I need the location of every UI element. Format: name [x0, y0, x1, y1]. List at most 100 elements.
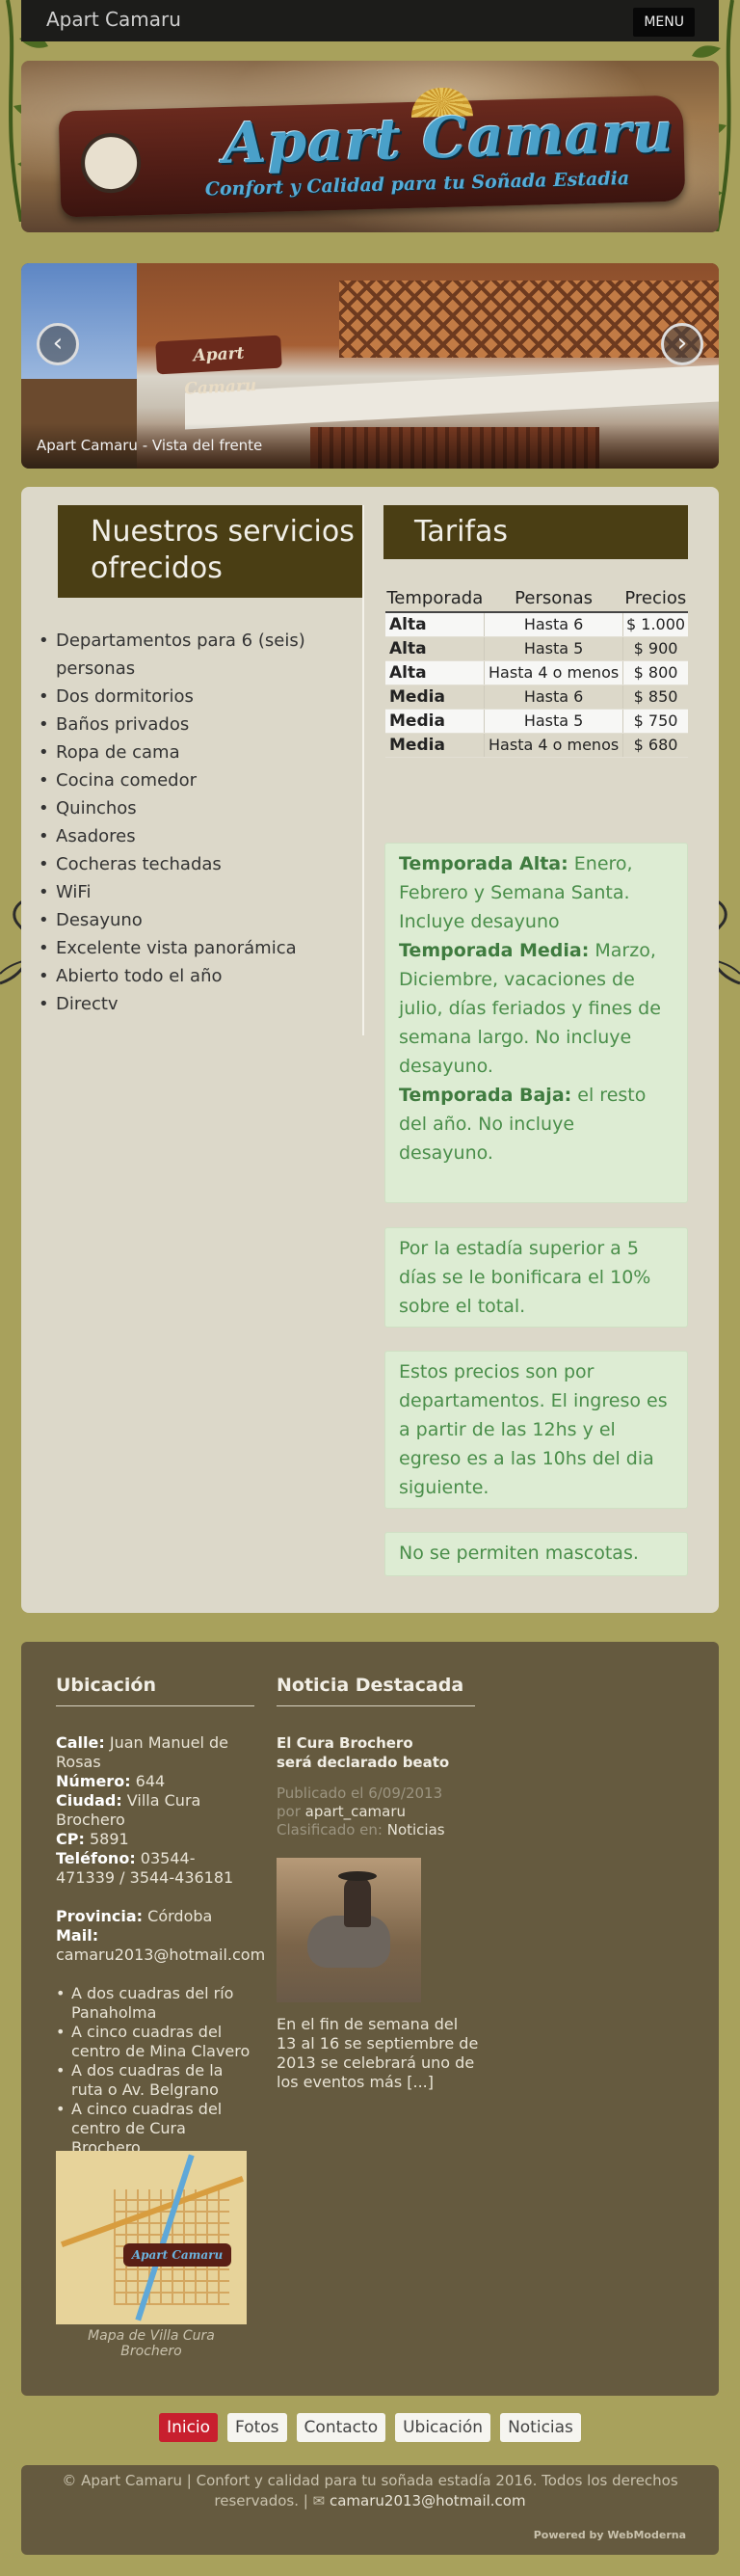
- column-header: Precios: [622, 586, 688, 613]
- list-item: A dos cuadras de la ruta o Av. Belgrano: [56, 2061, 258, 2100]
- price-cell: $ 1.000: [622, 612, 688, 637]
- mail-label: Mail:: [56, 1926, 99, 1945]
- chevron-left-icon[interactable]: ‹: [37, 323, 79, 365]
- list-item: Cocheras techadas: [37, 850, 345, 878]
- list-item: Abierto todo el año: [37, 962, 345, 990]
- season-media-label: Temporada Media:: [399, 940, 590, 961]
- season-cell: Media: [385, 709, 485, 734]
- persons-cell: Hasta 4 o menos: [484, 660, 623, 685]
- table-row: Alta Hasta 5 $ 900: [385, 636, 688, 661]
- news-heading: Noticia Destacada: [277, 1675, 475, 1706]
- footer-widgets: Ubicación Calle: Juan Manuel de Rosas Nú…: [21, 1642, 719, 2396]
- season-baja-label: Temporada Baja:: [399, 1085, 572, 1106]
- list-item: Cocina comedor: [37, 766, 345, 794]
- services-list: Departamentos para 6 (seis) personas Dos…: [37, 627, 345, 1018]
- address-block: Calle: Juan Manuel de Rosas Número: 644 …: [56, 1733, 265, 1965]
- list-item: Ropa de cama: [37, 738, 345, 766]
- nav-item-noticias[interactable]: Noticias: [500, 2413, 581, 2442]
- news-date: Publicado el 6/09/2013: [277, 1784, 443, 1802]
- menu-button[interactable]: MENU: [633, 8, 695, 37]
- news-author-link[interactable]: apart_camaru: [305, 1803, 406, 1820]
- province-label: Provincia:: [56, 1907, 144, 1925]
- news-category-link[interactable]: Noticias: [387, 1821, 445, 1838]
- header-banner: Apart Camaru Confort y Calidad para tu S…: [21, 61, 719, 232]
- price-cell: $ 850: [622, 684, 688, 710]
- mail-value[interactable]: camaru2013@hotmail.com: [56, 1945, 265, 1965]
- rider-figure: [344, 1877, 371, 1927]
- column-divider: [362, 505, 364, 1035]
- envelope-icon: ✉: [312, 2492, 326, 2509]
- rates-table: Temporada Personas Precios Alta Hasta 6 …: [385, 586, 688, 758]
- zip-value: 5891: [84, 1830, 129, 1848]
- list-item: Directv: [37, 990, 345, 1018]
- price-cell: $ 800: [622, 660, 688, 685]
- banner-logo-title: Apart Camaru: [222, 98, 675, 177]
- powered-by[interactable]: Powered by WebModerna: [534, 2529, 686, 2541]
- price-cell: $ 750: [622, 709, 688, 734]
- map-logo: Apart Camaru: [123, 2243, 231, 2267]
- price-cell: $ 680: [622, 733, 688, 758]
- list-item: A dos cuadras del río Panaholma: [56, 1984, 258, 2023]
- persons-cell: Hasta 6: [484, 684, 623, 710]
- province-value: Córdoba: [143, 1907, 213, 1925]
- seasons-note: Temporada Alta: Enero, Febrero y Semana …: [384, 843, 688, 1203]
- list-item: Quinchos: [37, 794, 345, 822]
- season-cell: Media: [385, 684, 485, 710]
- persons-cell: Hasta 6: [484, 612, 623, 637]
- list-item: Baños privados: [37, 711, 345, 738]
- nearby-list: A dos cuadras del río Panaholma A cinco …: [56, 1984, 258, 2158]
- city-label: Ciudad:: [56, 1791, 122, 1810]
- zip-label: CP:: [56, 1830, 85, 1848]
- pets-note: No se permiten mascotas.: [384, 1532, 688, 1576]
- copyright-text: © Apart Camaru | Confort y calidad para …: [40, 2471, 700, 2511]
- location-heading: Ubicación: [56, 1675, 254, 1706]
- list-item: Departamentos para 6 (seis) personas: [37, 627, 345, 683]
- nav-item-contacto[interactable]: Contacto: [296, 2413, 386, 2442]
- nav-item-fotos[interactable]: Fotos: [227, 2413, 287, 2442]
- list-item: Excelente vista panorámica: [37, 934, 345, 962]
- top-navbar: Apart Camaru MENU: [21, 0, 719, 41]
- copyright-bar: © Apart Camaru | Confort y calidad para …: [21, 2465, 719, 2555]
- season-cell: Alta: [385, 612, 485, 637]
- badge-emblem-icon: [80, 132, 142, 194]
- table-row: Media Hasta 4 o menos $ 680: [385, 733, 688, 758]
- map-caption: Mapa de Villa Cura Brochero: [88, 2328, 215, 2359]
- persons-cell: Hasta 5: [484, 709, 623, 734]
- column-header: Personas: [484, 586, 623, 613]
- price-cell: $ 900: [622, 636, 688, 661]
- table-row: Media Hasta 5 $ 750: [385, 709, 688, 734]
- news-image[interactable]: [277, 1858, 421, 2002]
- slide-sign: Apart Camaru: [155, 335, 282, 399]
- banner-sign: Apart Camaru Confort y Calidad para tu S…: [58, 87, 686, 218]
- chevron-right-icon[interactable]: ›: [661, 323, 703, 365]
- footer-mail-link[interactable]: camaru2013@hotmail.com: [330, 2492, 526, 2509]
- slide-caption: Apart Camaru - Vista del frente: [37, 437, 263, 454]
- news-excerpt: En el fin de semana del 13 al 16 se sept…: [277, 2015, 479, 2091]
- image-slider: Apart Camaru Apart Camaru - Vista del fr…: [21, 263, 719, 469]
- footer-nav: Inicio Fotos Contacto Ubicación Noticias: [0, 2413, 740, 2442]
- news-title[interactable]: El Cura Brochero será declarado beato: [277, 1733, 450, 1772]
- persons-cell: Hasta 4 o menos: [484, 733, 623, 758]
- number-label: Número:: [56, 1772, 131, 1790]
- site-title[interactable]: Apart Camaru: [46, 8, 181, 31]
- season-alta-label: Temporada Alta:: [399, 853, 568, 874]
- list-item: Desayuno: [37, 906, 345, 934]
- list-item: Dos dormitorios: [37, 683, 345, 711]
- nav-item-ubicacion[interactable]: Ubicación: [395, 2413, 491, 2442]
- tarifas-heading: Tarifas: [383, 505, 688, 559]
- city-map-image[interactable]: Apart Camaru: [56, 2151, 247, 2324]
- table-header-row: Temporada Personas Precios: [385, 586, 688, 613]
- season-cell: Alta: [385, 660, 485, 685]
- list-item: WiFi: [37, 878, 345, 906]
- list-item: Asadores: [37, 822, 345, 850]
- table-row: Alta Hasta 4 o menos $ 800: [385, 660, 688, 685]
- hat-figure: [338, 1871, 377, 1881]
- number-value: 644: [130, 1772, 166, 1790]
- table-row: Media Hasta 6 $ 850: [385, 684, 688, 710]
- list-item: A cinco cuadras del centro de Mina Clave…: [56, 2023, 258, 2061]
- bonus-note: Por la estadía superior a 5 días se le b…: [384, 1227, 688, 1328]
- season-cell: Alta: [385, 636, 485, 661]
- news-category-label: Clasificado en:: [277, 1821, 387, 1838]
- nav-item-inicio[interactable]: Inicio: [159, 2413, 219, 2442]
- main-content: Nuestros servicios ofrecidos Departament…: [21, 487, 719, 1613]
